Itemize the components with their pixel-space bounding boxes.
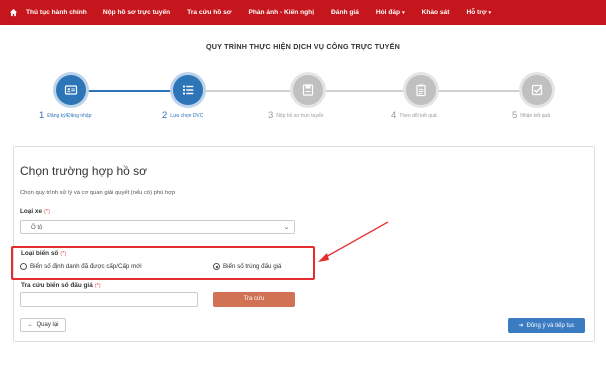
annotation-arrow [318, 221, 389, 262]
